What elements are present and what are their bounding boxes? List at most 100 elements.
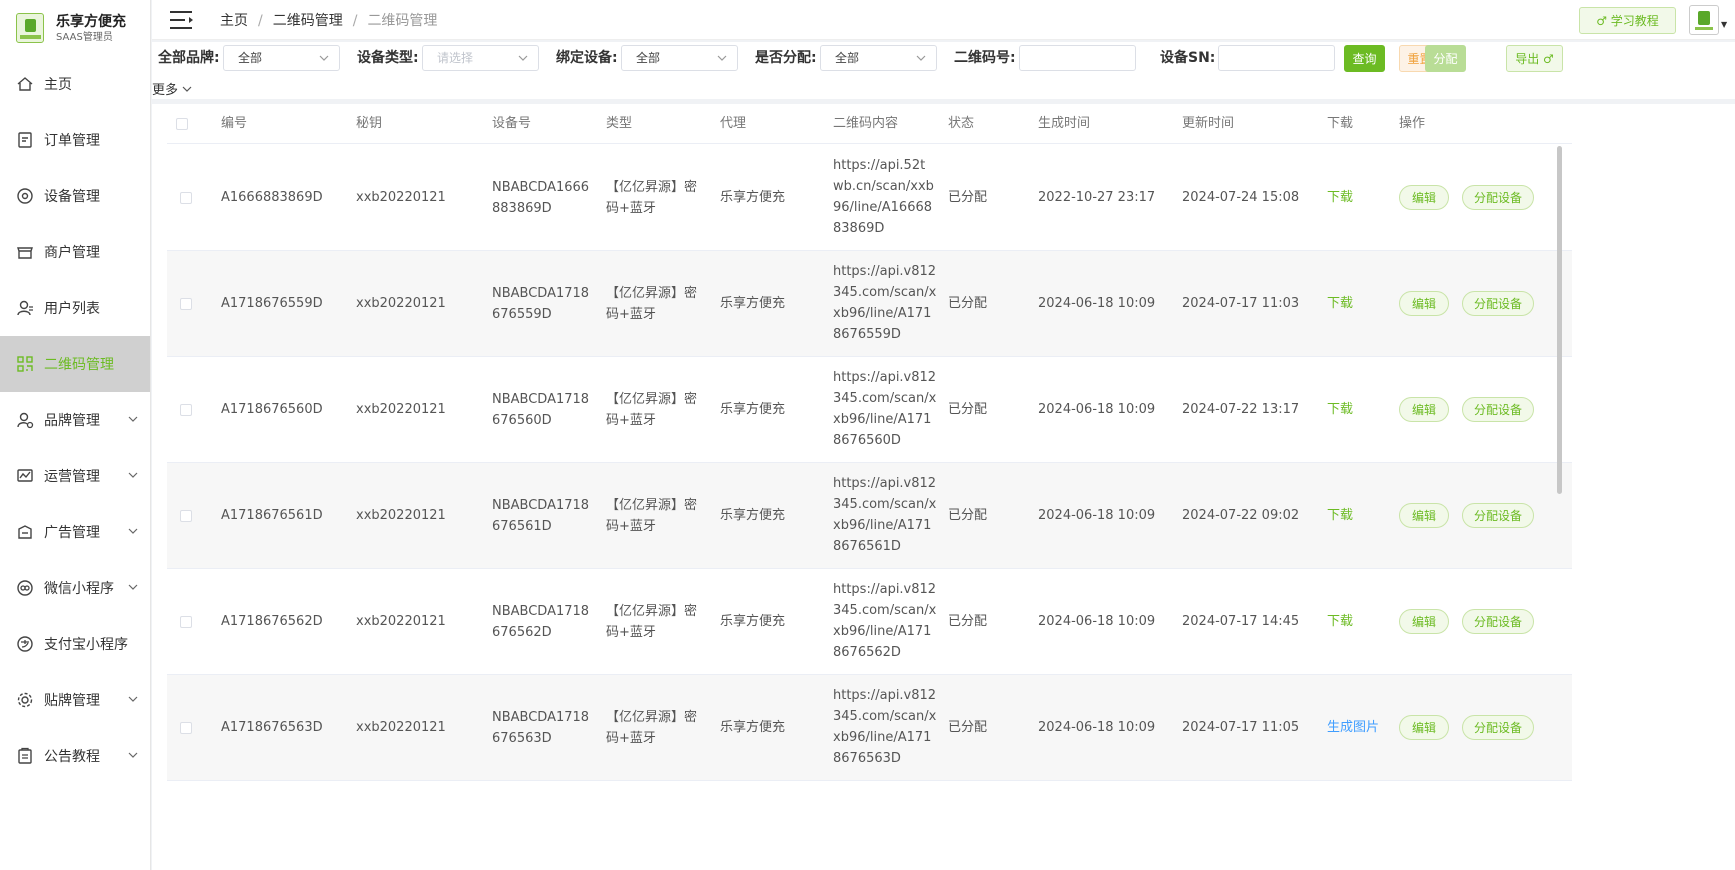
sidebar-item-9[interactable]: 微信小程序 xyxy=(0,560,150,616)
edit-button[interactable]: 编辑 xyxy=(1399,609,1449,634)
device-line: NBABCDA1718 xyxy=(492,286,590,301)
cell-secret: xxb20220121 xyxy=(356,190,446,205)
bind-device-value: 全部 xyxy=(636,51,661,65)
cell-id: A1666883869D xyxy=(221,190,323,205)
content-line: https://api.v812 xyxy=(833,370,937,385)
cell-status: 已分配 xyxy=(948,190,988,205)
content-line: 345.com/scan/x xyxy=(833,285,937,300)
download-link[interactable]: 下载 xyxy=(1327,399,1353,420)
cell-device: NBABCDA1666 883869D xyxy=(492,177,589,219)
select-all-checkbox[interactable] xyxy=(176,118,188,130)
edit-button[interactable]: 编辑 xyxy=(1399,291,1449,316)
user-icon xyxy=(16,299,34,317)
breadcrumb-home[interactable]: 主页 xyxy=(220,13,248,29)
row-checkbox[interactable] xyxy=(180,722,192,734)
download-link[interactable]: 下载 xyxy=(1327,505,1353,526)
cell-device: NBABCDA1718 676563D xyxy=(492,707,589,749)
download-link[interactable]: 生成图片 xyxy=(1327,717,1379,738)
sidebar-item-10[interactable]: 支付宝小程序 xyxy=(0,616,150,672)
more-filters-toggle[interactable]: 更多 xyxy=(152,79,192,98)
device-type-select[interactable]: 请选择 xyxy=(422,45,539,71)
device-line: NBABCDA1666 xyxy=(492,180,590,195)
download-link[interactable]: 下载 xyxy=(1327,611,1353,632)
row-checkbox[interactable] xyxy=(180,404,192,416)
device-line: 676562D xyxy=(492,625,552,640)
content-line: xb96/line/A171 xyxy=(833,624,932,639)
assign-device-button[interactable]: 分配设备 xyxy=(1462,609,1534,634)
home-icon xyxy=(16,75,34,93)
assign-device-button[interactable]: 分配设备 xyxy=(1462,715,1534,740)
brand-select[interactable]: 全部 xyxy=(223,45,340,71)
device-line: 676561D xyxy=(492,519,552,534)
col-created: 生成时间 xyxy=(1038,116,1091,131)
menu-toggle-icon[interactable] xyxy=(170,9,194,31)
caret-down-icon[interactable]: ▼ xyxy=(1721,20,1727,29)
device-sn-label: 设备SN: xyxy=(1160,50,1216,66)
sidebar-item-4[interactable]: 用户列表 xyxy=(0,280,150,336)
cell-content: https://api.v812 345.com/scan/x xb96/line/… xyxy=(833,579,936,663)
chevron-down-icon xyxy=(128,752,138,758)
edit-button[interactable]: 编辑 xyxy=(1399,397,1449,422)
assign-device-button[interactable]: 分配设备 xyxy=(1462,503,1534,528)
query-button[interactable]: 查询 xyxy=(1344,45,1385,72)
cell-id: A1718676560D xyxy=(221,402,323,417)
row-checkbox[interactable] xyxy=(180,616,192,628)
sidebar-item-11[interactable]: 贴牌管理 xyxy=(0,672,150,728)
assign-device-button[interactable]: 分配设备 xyxy=(1462,291,1534,316)
sidebar-item-2[interactable]: 设备管理 xyxy=(0,168,150,224)
cell-status: 已分配 xyxy=(948,402,988,417)
sidebar-item-0[interactable]: 主页 xyxy=(0,56,150,112)
cell-device: NBABCDA1718 676559D xyxy=(492,283,589,325)
edit-button[interactable]: 编辑 xyxy=(1399,503,1449,528)
content-line: https://api.v812 xyxy=(833,476,937,491)
assigned-select[interactable]: 全部 xyxy=(820,45,937,71)
row-checkbox[interactable] xyxy=(180,298,192,310)
cell-updated: 2024-07-17 14:45 xyxy=(1182,614,1300,629)
order-icon xyxy=(16,131,34,149)
device-sn-input[interactable] xyxy=(1218,45,1335,71)
cell-updated: 2024-07-22 13:17 xyxy=(1182,402,1300,417)
cell-updated: 2024-07-17 11:03 xyxy=(1182,296,1300,311)
assign-button[interactable]: 分配 xyxy=(1425,45,1466,72)
assign-device-button[interactable]: 分配设备 xyxy=(1462,397,1534,422)
sidebar-menu: 主页 订单管理 设备管理 商户管理 用户列表 二维码管理 品牌管理 运营管理 广告管理 微信小程序… xyxy=(0,56,150,784)
sidebar-item-1[interactable]: 订单管理 xyxy=(0,112,150,168)
sidebar-item-12[interactable]: 公告教程 xyxy=(0,728,150,784)
sidebar-item-8[interactable]: 广告管理 xyxy=(0,504,150,560)
app-root: 乐享方便充 SAAS管理员 主页 订单管理 设备管理 商户管理 用户列表 二维码管理 品牌管… xyxy=(0,0,1735,870)
device-line: NBABCDA1718 xyxy=(492,604,590,619)
content-line: xb96/line/A171 xyxy=(833,306,932,321)
breadcrumb-current: 二维码管理 xyxy=(367,13,438,29)
content-line: 83869D xyxy=(833,221,885,236)
cell-content: https://api.v812 345.com/scan/x xb96/line/… xyxy=(833,367,936,451)
chevron-down-icon xyxy=(128,472,138,478)
row-checkbox[interactable] xyxy=(180,510,192,522)
cell-content: https://api.v812 345.com/scan/x xb96/line/… xyxy=(833,685,936,769)
bind-device-select[interactable]: 全部 xyxy=(621,45,738,71)
download-link[interactable]: 下载 xyxy=(1327,187,1353,208)
cell-secret: xxb20220121 xyxy=(356,296,446,311)
download-link[interactable]: 下载 xyxy=(1327,293,1353,314)
sidebar-item-6[interactable]: 品牌管理 xyxy=(0,392,150,448)
tutorial-button[interactable]: ♂ 学习教程 xyxy=(1579,7,1676,34)
row-checkbox[interactable] xyxy=(180,192,192,204)
export-button[interactable]: 导出 ♂ xyxy=(1506,45,1563,72)
table-scrollbar[interactable] xyxy=(1557,146,1562,494)
edit-button[interactable]: 编辑 xyxy=(1399,185,1449,210)
cell-created: 2024-06-18 10:09 xyxy=(1038,296,1156,311)
type-line: 码+蓝牙 xyxy=(606,731,656,746)
avatar[interactable] xyxy=(1689,5,1719,35)
sidebar-item-5[interactable]: 二维码管理 xyxy=(0,336,150,392)
table-row: A1666883869D xxb20220121 NBABCDA1666 8838… xyxy=(167,145,1572,251)
qrcode-number-input[interactable] xyxy=(1019,45,1136,71)
sidebar-item-3[interactable]: 商户管理 xyxy=(0,224,150,280)
edit-button[interactable]: 编辑 xyxy=(1399,715,1449,740)
cell-status: 已分配 xyxy=(948,296,988,311)
sidebar-item-7[interactable]: 运营管理 xyxy=(0,448,150,504)
cell-device: NBABCDA1718 676562D xyxy=(492,601,589,643)
device-line: 883869D xyxy=(492,201,552,216)
breadcrumb-section[interactable]: 二维码管理 xyxy=(273,13,343,29)
type-line: 【亿亿昇源】密 xyxy=(606,180,698,195)
filter-bar: 全部品牌: 全部 设备类型: 请选择 绑定设备: 全部 是否分配: 全部 二维码… xyxy=(152,42,1735,99)
assign-device-button[interactable]: 分配设备 xyxy=(1462,185,1534,210)
